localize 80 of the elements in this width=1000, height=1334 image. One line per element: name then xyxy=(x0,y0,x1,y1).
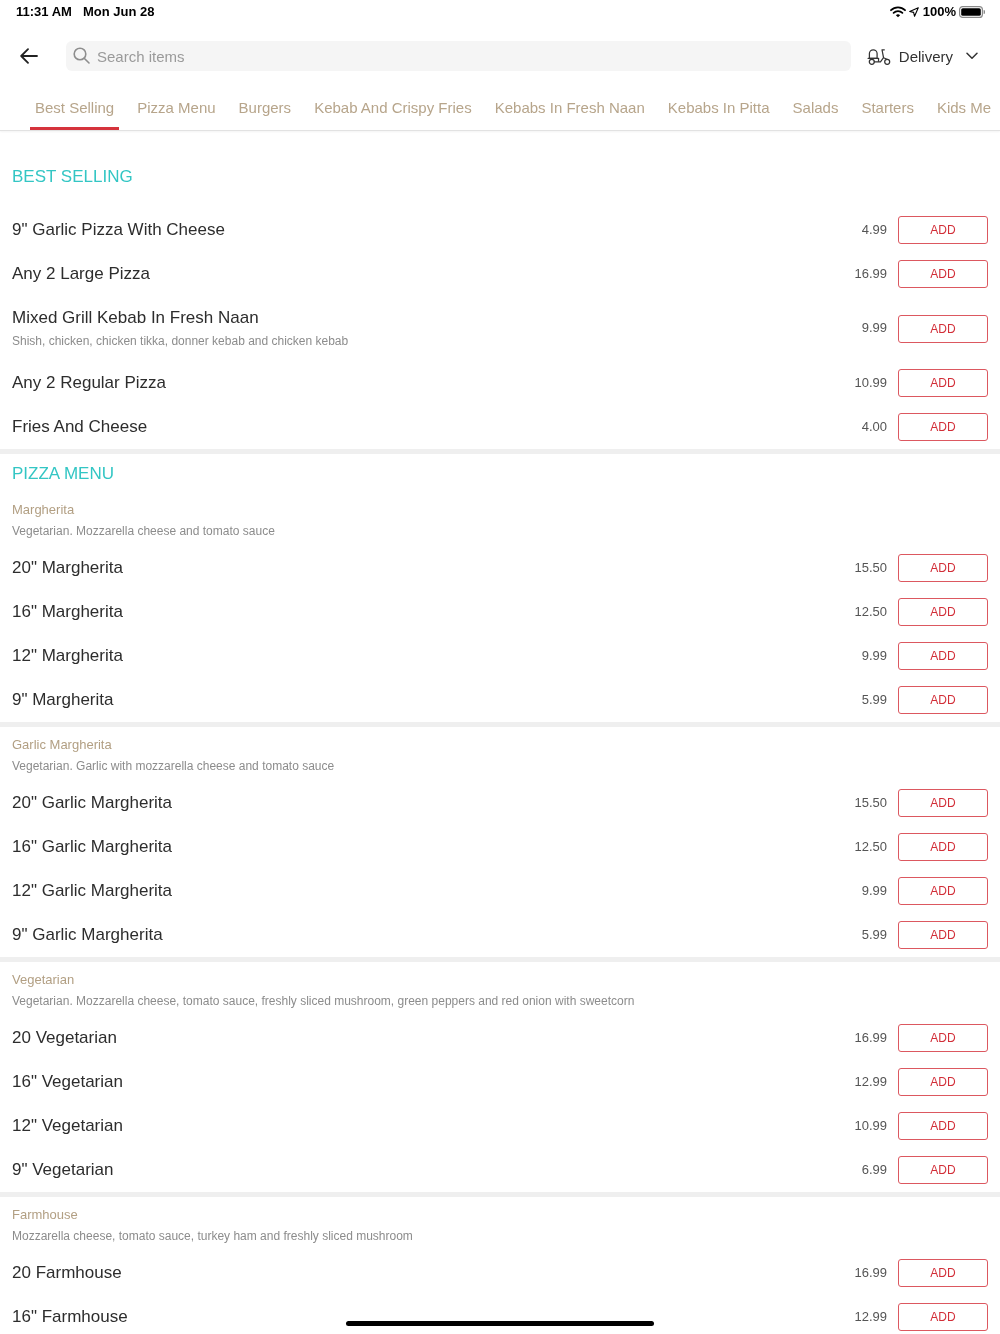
item-price: 16.99 xyxy=(854,1264,887,1280)
item-price: 4.99 xyxy=(861,221,887,237)
item-price: 16.99 xyxy=(854,265,887,281)
status-date: Mon Jun 28 xyxy=(82,4,155,20)
category-description: Mozzarella cheese, tomato sauce, turkey ham and freshly sliced mushroom xyxy=(12,1228,413,1245)
item-name: 20 Farmhouse xyxy=(12,1262,122,1284)
delivery-selector[interactable]: Delivery xyxy=(866,46,978,66)
item-price: 9.99 xyxy=(861,320,887,335)
search-field[interactable]: Search items xyxy=(66,41,851,71)
item-price: 10.99 xyxy=(854,374,887,390)
add-button[interactable]: ADD xyxy=(898,314,988,343)
add-button[interactable]: ADD xyxy=(898,642,988,670)
item-price: 10.99 xyxy=(854,1117,887,1133)
item-price: 4.00 xyxy=(861,418,887,434)
category-name: Farmhouse xyxy=(12,1206,78,1224)
item-description: Shish, chicken, chicken tikka, donner kebab and chicken kebab xyxy=(12,333,349,350)
add-button[interactable]: ADD xyxy=(898,598,988,626)
add-button[interactable]: ADD xyxy=(898,1156,988,1184)
item-name: 12" Margherita xyxy=(12,645,123,667)
item-name: 16" Garlic Margherita xyxy=(12,836,173,858)
wifi-icon xyxy=(889,6,906,18)
item-name: Fries And Cheese xyxy=(12,416,148,438)
item-name: 16" Margherita xyxy=(12,601,123,623)
item-name: 12" Vegetarian xyxy=(12,1115,123,1137)
item-name: Any 2 Large Pizza xyxy=(12,263,150,285)
add-button[interactable]: ADD xyxy=(898,413,988,441)
item-name: 12" Garlic Margherita xyxy=(12,880,173,902)
item-name: 9" Garlic Margherita xyxy=(12,924,163,946)
category-name: Vegetarian xyxy=(12,971,75,989)
back-arrow-icon[interactable] xyxy=(20,48,38,64)
item-name: 20 Vegetarian xyxy=(12,1027,117,1049)
category-description: Vegetarian. Mozzarella cheese and tomato sauce xyxy=(12,523,275,540)
chevron-down-icon xyxy=(966,52,978,60)
add-button[interactable]: ADD xyxy=(898,789,988,817)
item-price: 12.99 xyxy=(854,1073,887,1089)
add-button[interactable]: ADD xyxy=(898,1259,988,1287)
item-name: 16" Vegetarian xyxy=(12,1071,123,1093)
add-button[interactable]: ADD xyxy=(898,833,988,861)
add-button[interactable]: ADD xyxy=(898,1068,988,1096)
item-price: 5.99 xyxy=(861,691,887,707)
item-name: 20" Garlic Margherita xyxy=(12,792,173,814)
add-button[interactable]: ADD xyxy=(898,686,988,714)
item-name: Any 2 Regular Pizza xyxy=(12,372,167,394)
item-price: 12.99 xyxy=(854,1308,887,1324)
item-name: 9" Garlic Pizza With Cheese xyxy=(12,219,225,241)
item-price: 12.50 xyxy=(854,838,887,854)
item-name: 9" Vegetarian xyxy=(12,1159,114,1181)
section-title: BEST SELLING xyxy=(11,166,134,188)
add-button[interactable]: ADD xyxy=(898,260,988,288)
item-name: Mixed Grill Kebab In Fresh Naan xyxy=(12,307,259,329)
item-price: 9.99 xyxy=(861,882,887,898)
item-price: 15.50 xyxy=(854,559,887,575)
battery-percent: 100% xyxy=(922,4,956,20)
item-price: 12.50 xyxy=(854,603,887,619)
add-button[interactable]: ADD xyxy=(898,369,988,397)
add-button[interactable]: ADD xyxy=(898,921,988,949)
item-price: 5.99 xyxy=(861,926,887,942)
category-name: Margherita xyxy=(12,501,75,519)
item-name: 16" Farmhouse xyxy=(12,1306,128,1328)
category-description: Vegetarian. Mozzarella cheese, tomato sauce, freshly sliced mushroom, green peppers and red onion with sweetcorn xyxy=(12,993,635,1010)
location-arrow-icon xyxy=(908,7,919,17)
add-button[interactable]: ADD xyxy=(898,1112,988,1140)
item-price: 9.99 xyxy=(861,647,887,663)
item-price: 15.50 xyxy=(854,794,887,810)
add-button[interactable]: ADD xyxy=(898,877,988,905)
add-button[interactable]: ADD xyxy=(898,216,988,244)
item-price: 16.99 xyxy=(854,1029,887,1045)
status-time: 11:31 AM xyxy=(16,4,72,20)
add-button[interactable]: ADD xyxy=(898,1024,988,1052)
item-price: 6.99 xyxy=(861,1161,887,1177)
scooter-icon xyxy=(866,46,892,66)
item-name: 9" Margherita xyxy=(12,689,114,711)
section-title: PIZZA MENU xyxy=(11,463,115,485)
battery-icon xyxy=(959,6,985,18)
item-name: 20" Margherita xyxy=(12,557,123,579)
search-icon xyxy=(73,47,90,64)
category-description: Vegetarian. Garlic with mozzarella cheese and tomato sauce xyxy=(12,758,335,775)
add-button[interactable]: ADD xyxy=(898,554,988,582)
category-name: Garlic Margherita xyxy=(12,736,112,754)
add-button[interactable]: ADD xyxy=(898,1303,988,1331)
